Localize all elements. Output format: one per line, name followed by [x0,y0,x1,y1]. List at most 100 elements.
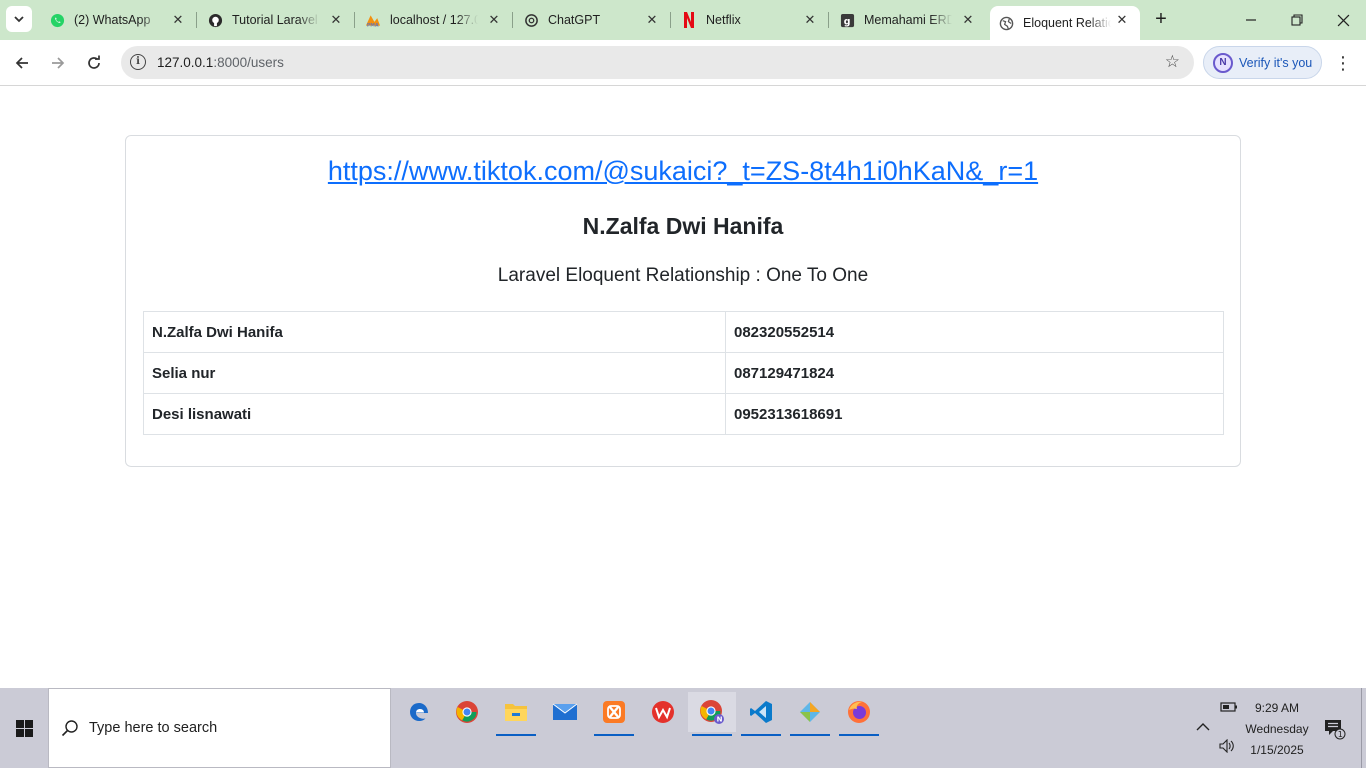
address-bar[interactable]: i 127.0.0.1:8000/users ☆ [121,46,1194,79]
vscode-icon [750,701,772,723]
github-icon [207,12,223,28]
battery-icon[interactable] [1220,700,1238,718]
users-table: N.Zalfa Dwi Hanifa 082320552514 Selia nu… [143,311,1224,435]
tab-search-button[interactable] [6,6,32,32]
taskbar-wps-office[interactable] [639,692,687,732]
tab-title: Memahami ERD [864,13,952,27]
user-phone-cell: 0952313618691 [725,393,1224,435]
tab-separator [196,12,197,28]
running-indicator [594,734,634,736]
tab-separator [670,12,671,28]
chrome-profile-icon: N [700,700,724,724]
volume-icon[interactable] [1219,738,1235,756]
table-row: Desi lisnawati 0952313618691 [143,393,1224,435]
taskbar: Type here to search N 9:29 AM Wednesday … [0,688,1366,768]
taskbar-edge[interactable] [395,692,443,732]
close-icon[interactable]: ✕ [960,12,976,28]
url-host: 127.0.0.1 [157,55,214,70]
info-icon[interactable]: i [130,54,146,70]
clock[interactable]: 9:29 AM Wednesday 1/15/2025 [1240,698,1314,761]
menu-kebab-icon[interactable]: ⋮ [1334,52,1352,74]
restore-icon [1291,14,1303,26]
tab-eloquent-relationship[interactable]: Eloquent Relationship ✕ [990,6,1140,40]
taskbar-mail[interactable] [541,692,589,732]
firefox-icon [848,701,870,723]
tab-title: localhost / 127.0.0.1 [390,13,478,27]
close-icon[interactable]: ✕ [1114,12,1130,28]
user-name-cell: Desi lisnawati [143,393,726,435]
netflix-icon [681,12,697,28]
back-button[interactable] [9,50,35,76]
tab-title: Tutorial Laravel 10 [232,13,320,27]
user-name-cell: Selia nur [143,352,726,394]
tab-netflix[interactable]: Netflix ✕ [672,0,828,40]
close-icon[interactable]: ✕ [644,12,660,28]
globe-icon [998,15,1014,31]
clock-day: Wednesday [1245,722,1309,736]
site-icon: g [839,12,855,28]
start-button[interactable] [0,688,48,768]
show-desktop-button[interactable] [1361,688,1362,768]
taskbar-git[interactable] [786,692,834,736]
reload-button[interactable] [81,50,107,76]
notification-center-button[interactable]: 1 [1324,718,1346,740]
tab-chatgpt[interactable]: ChatGPT ✕ [514,0,670,40]
forward-button[interactable] [45,50,71,76]
close-icon[interactable]: ✕ [802,12,818,28]
tab-title: (2) WhatsApp [74,13,151,27]
notification-icon: 1 [1325,720,1346,740]
tab-strip: (2) WhatsApp ✕ Tutorial Laravel 10 ✕ PMA… [0,0,1366,40]
minimize-button[interactable] [1228,0,1274,40]
user-name-cell: N.Zalfa Dwi Hanifa [143,311,726,353]
close-icon[interactable]: ✕ [486,12,502,28]
arrow-right-icon [52,57,65,69]
svg-text:g: g [843,16,850,27]
running-indicator [839,734,879,736]
svg-text:N: N [717,716,723,724]
taskbar-vscode[interactable] [737,692,785,736]
close-icon[interactable]: ✕ [170,12,186,28]
tab-title: ChatGPT [548,13,601,27]
windows-icon [15,719,33,737]
close-icon[interactable]: ✕ [328,12,344,28]
chevron-up-icon[interactable] [1196,718,1210,734]
running-indicator [741,734,781,736]
phpmyadmin-icon: PMA [365,12,381,28]
arrow-left-icon [15,57,28,69]
plus-icon: + [1155,8,1167,30]
restore-button[interactable] [1274,0,1320,40]
close-window-button[interactable] [1320,0,1366,40]
clock-date: 1/15/2025 [1250,743,1304,757]
xampp-icon [603,701,625,723]
tab-whatsapp[interactable]: (2) WhatsApp ✕ [40,0,196,40]
sub-heading: Laravel Eloquent Relationship : One To O… [497,265,869,286]
url-text[interactable]: 127.0.0.1:8000/users [157,55,284,70]
chevron-down-icon [14,16,24,23]
tab-memahami-erd[interactable]: g Memahami ERD ✕ [830,0,986,40]
taskbar-firefox[interactable] [835,692,883,736]
edge-icon [410,703,428,721]
new-tab-button[interactable]: + [1150,8,1172,30]
chrome-icon [456,701,478,723]
svg-text:PMA: PMA [367,22,379,27]
taskbar-chrome[interactable] [443,692,491,732]
taskbar-search-input[interactable]: Type here to search [48,688,391,768]
url-path: :8000/users [213,55,284,70]
tab-separator [354,12,355,28]
tab-separator [512,12,513,28]
tab-tutorial-laravel[interactable]: Tutorial Laravel 10 ✕ [198,0,354,40]
clock-time: 9:29 AM [1254,701,1300,715]
taskbar-file-explorer[interactable] [492,692,540,736]
tab-phpmyadmin[interactable]: PMA localhost / 127.0.0.1 ✕ [356,0,512,40]
running-indicator [496,734,536,736]
verify-label: Verify it's you [1239,55,1313,70]
taskbar-xampp[interactable] [590,692,638,736]
whatsapp-icon [49,12,65,28]
minimize-icon [1246,19,1256,21]
tiktok-link[interactable]: https://www.tiktok.com/@sukaici?_t=ZS-8t… [126,156,1240,187]
bookmark-star-icon[interactable]: ☆ [1165,52,1180,72]
taskbar-chrome-profile[interactable]: N [688,692,736,736]
openai-icon [523,12,539,28]
user-phone-cell: 087129471824 [725,352,1224,394]
verify-profile-button[interactable]: N Verify it's you [1203,46,1322,79]
